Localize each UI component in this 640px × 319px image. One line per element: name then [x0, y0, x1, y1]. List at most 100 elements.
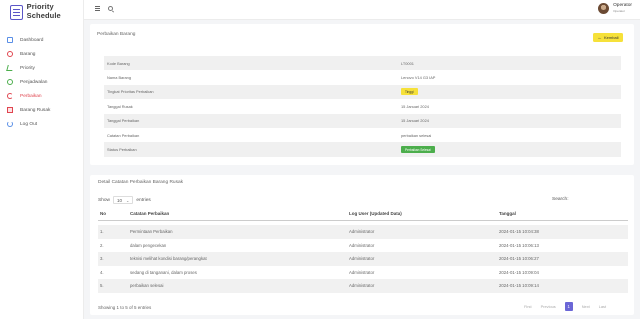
top-bar: Operator Operator	[84, 0, 640, 20]
pagination-last[interactable]: Last	[599, 304, 606, 309]
search-label: Search:	[552, 197, 569, 202]
arrow-left-icon: ←	[597, 35, 603, 40]
row-user: Administrator	[349, 279, 499, 293]
row-number: 3.	[98, 252, 130, 266]
pagination-previous[interactable]: Previous	[541, 304, 556, 309]
entries-select-value: 10	[117, 197, 123, 203]
sidebar-item-log-out[interactable]: Log Out	[0, 117, 83, 131]
sidebar-item-label: Dashboard	[20, 37, 44, 43]
detail-label: Nama Barang	[107, 75, 132, 81]
entries-label: entries	[136, 197, 151, 203]
detail-value: 15 Januari 2024	[401, 103, 429, 109]
table-row: 4. sedang di tanganani, dalam proses Adm…	[98, 266, 628, 280]
row-note: dalam pengecekan	[130, 242, 167, 248]
clock-icon	[7, 79, 13, 85]
detail-label: Tanggal Perbaikan	[104, 113, 401, 128]
logout-icon	[7, 121, 13, 127]
pagination-next[interactable]: Next	[582, 304, 590, 309]
table-info: Showing 1 to 5 of 5 entries	[98, 305, 152, 310]
column-header[interactable]: Log User (Updated Data)	[349, 208, 499, 221]
sidebar-item-label: Perbaikan	[20, 93, 42, 99]
detail-row: Catatan Perbaikan perbaikan selesai	[104, 128, 621, 142]
sidebar-item-dashboard[interactable]: Dashboard	[0, 33, 83, 47]
card-title: Perbaikan Barang	[97, 32, 136, 37]
chevron-down-icon: ⌄	[126, 197, 130, 203]
sidebar-item-perbaikan[interactable]: Perbaikan	[0, 89, 83, 103]
sidebar-nav: Dashboard Barang Priority Penjadwalan Pe…	[0, 33, 83, 131]
sidebar-item-priority[interactable]: Priority	[0, 61, 83, 75]
sidebar-item-barang-rusak[interactable]: Barang Rusak	[0, 103, 83, 117]
row-note: perbaikan selesai	[130, 279, 349, 293]
user-role: Operator	[613, 8, 625, 13]
detail-value: Lenovo V14 G3 IAP	[401, 75, 436, 81]
detail-value: perbaikan selesai	[401, 132, 432, 138]
show-label: Show	[98, 197, 110, 203]
schedule-logo-icon	[10, 4, 23, 20]
pagination-page-1[interactable]: 1	[564, 302, 573, 311]
detail-label: Status Perbaikan	[104, 142, 401, 157]
detail-row: Nama Barang Lenovo V14 G3 IAP	[104, 70, 621, 84]
menu-toggle-icon[interactable]	[95, 8, 100, 9]
row-number: 5.	[98, 279, 130, 293]
column-header[interactable]: Catatan Perbaikan	[130, 208, 349, 221]
priority-badge: Tinggi	[401, 88, 418, 96]
pagination-first[interactable]: First	[524, 304, 532, 309]
column-header[interactable]: No	[98, 208, 130, 221]
row-note: Permintaan Perbaikan	[130, 225, 349, 239]
repair-log-table: No Catatan Perbaikan Log User (Updated D…	[98, 208, 628, 293]
detail-label: Tingkat Prioritas Perbaikan	[104, 84, 401, 100]
row-note: teknisi melihat kondisi barang/perangkat	[130, 252, 349, 266]
row-user: Administrator	[349, 269, 375, 275]
home-icon	[7, 37, 13, 43]
sidebar-item-label: Penjadwalan	[20, 79, 48, 85]
table-row: 3. teknisi melihat kondisi barang/perang…	[98, 252, 628, 266]
user-menu[interactable]: Operator Operator	[598, 3, 632, 14]
pagination: First Previous 1 Next Last	[524, 302, 615, 311]
detail-row: Tanggal Perbaikan 15 Januari 2024	[104, 113, 621, 128]
back-button[interactable]: ← Kembali	[593, 33, 623, 42]
row-user: Administrator	[349, 242, 375, 248]
detail-label: Tanggal Rusak	[107, 103, 133, 109]
avatar	[598, 3, 610, 14]
detail-value: 15 Januari 2024	[401, 113, 621, 128]
edit-icon	[6, 65, 14, 71]
table-row: 2. dalam pengecekan Administrator 2024-0…	[98, 239, 628, 253]
brand-title: Priority Schedule	[26, 2, 61, 20]
detail-label: Catatan Perbaikan	[107, 132, 140, 138]
repair-icon	[7, 93, 13, 99]
sidebar-item-label: Priority	[20, 65, 35, 71]
box-icon	[7, 51, 13, 57]
sidebar-item-label: Log Out	[20, 121, 38, 127]
detail-row: Status Perbaikan Perbaikan Selesai	[104, 142, 621, 157]
table-row: 1. Permintaan Perbaikan Administrator 20…	[98, 225, 628, 239]
sidebar-item-label: Barang Rusak	[20, 107, 51, 113]
detail-value: LT0001	[401, 56, 621, 71]
entries-select[interactable]: 10 ⌄	[113, 196, 134, 204]
table-header-row: No Catatan Perbaikan Log User (Updated D…	[98, 208, 628, 221]
row-number: 2.	[100, 242, 104, 248]
sidebar-item-penjadwalan[interactable]: Penjadwalan	[0, 75, 83, 89]
row-number: 4.	[100, 269, 104, 275]
sidebar: Priority Schedule Dashboard Barang Prior…	[0, 0, 84, 319]
detail-label: Kode Barang	[104, 56, 401, 71]
detail-row: Tingkat Prioritas Perbaikan Tinggi	[104, 84, 621, 100]
search-icon[interactable]	[108, 6, 113, 11]
row-date: 2024-01-15 10:04:38	[499, 225, 628, 239]
row-note: sedang di tanganani, dalam proses	[130, 269, 197, 275]
detail-row: Tanggal Rusak 15 Januari 2024	[104, 99, 621, 113]
table-row: 5. perbaikan selesai Administrator 2024-…	[98, 279, 628, 293]
detail-table: Kode Barang LT0001 Nama Barang Lenovo V1…	[104, 56, 621, 157]
sidebar-item-barang[interactable]: Barang	[0, 47, 83, 61]
detail-row: Kode Barang LT0001	[104, 56, 621, 71]
entries-length-control: Show 10 ⌄ entries	[98, 196, 151, 204]
card-title: Detail Catatan Perbaikan Barang Rusak	[98, 180, 184, 185]
back-button-label: Kembali	[604, 35, 619, 40]
row-date: 2024-01-15 10:06:13	[499, 242, 539, 248]
row-date: 2024-01-15 10:09:04	[499, 269, 539, 275]
row-date: 2024-01-15 10:09:14	[499, 279, 628, 293]
column-header[interactable]: Tanggal	[499, 208, 628, 221]
repair-detail-card: Perbaikan Barang ← Kembali Kode Barang L…	[90, 24, 634, 165]
row-user: Administrator	[349, 225, 499, 239]
row-number: 1.	[98, 225, 130, 239]
brand[interactable]: Priority Schedule	[0, 0, 83, 22]
